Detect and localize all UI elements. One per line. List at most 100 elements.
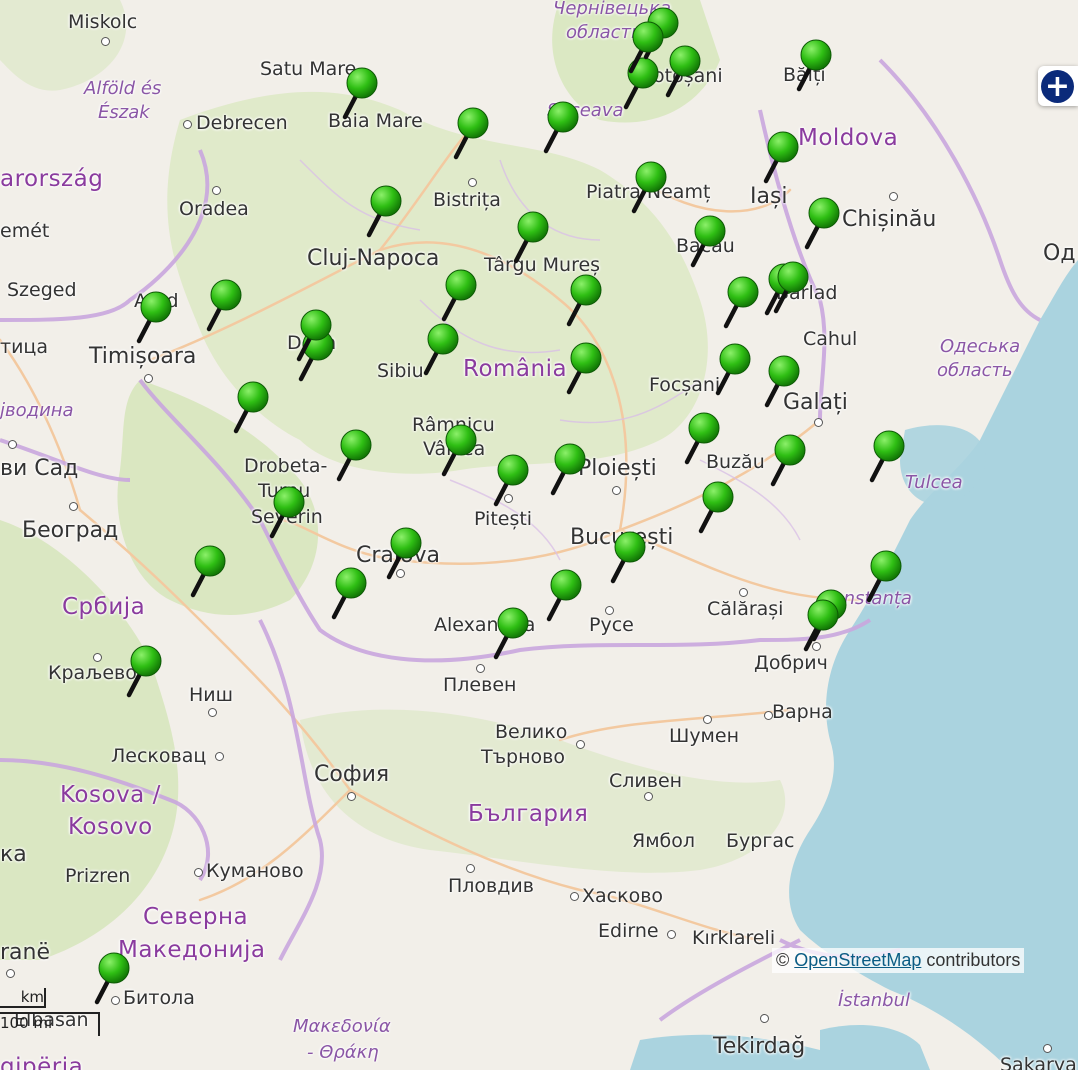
map-marker[interactable] bbox=[124, 644, 164, 700]
map-marker[interactable] bbox=[801, 598, 841, 654]
map-marker[interactable] bbox=[329, 566, 369, 622]
country-label-kosovo: Kosova / bbox=[60, 782, 161, 808]
city-label-burgas: Бургас bbox=[726, 830, 795, 852]
map-marker[interactable] bbox=[682, 411, 722, 467]
city-label-focsani: Focșani bbox=[649, 374, 721, 396]
map-viewport[interactable]: Чернівецька область Alföld és Észak Suce… bbox=[0, 0, 1078, 1070]
country-label-romania: România bbox=[463, 356, 568, 382]
map-marker[interactable] bbox=[564, 341, 604, 397]
city-label-novi-sad: ви Сад bbox=[0, 456, 79, 481]
region-label-odesa: область bbox=[937, 360, 1013, 381]
map-marker[interactable] bbox=[188, 544, 228, 600]
city-label-kumanovo: Куманово bbox=[206, 860, 304, 882]
map-marker[interactable] bbox=[564, 273, 604, 329]
city-label-odesa: Од bbox=[1043, 241, 1076, 266]
map-marker[interactable] bbox=[794, 38, 834, 94]
country-label-bulgaria: България bbox=[468, 801, 589, 827]
city-label-sakarya: Sakarya bbox=[1000, 1054, 1077, 1070]
map-marker[interactable] bbox=[688, 214, 728, 270]
country-label-albania: qipëria bbox=[0, 1054, 84, 1070]
map-marker[interactable] bbox=[451, 106, 491, 162]
region-label-odesa: Одеська bbox=[940, 336, 1021, 357]
map-marker[interactable] bbox=[768, 433, 808, 489]
map-marker[interactable] bbox=[267, 485, 307, 541]
city-label-chisinau: Chișinău bbox=[842, 207, 937, 232]
city-label-pleven: Плевен bbox=[443, 674, 517, 696]
region-label-vojvodina: јводина bbox=[0, 400, 74, 421]
city-label-miskolc: Miskolc bbox=[68, 11, 138, 33]
copyright-symbol: © bbox=[776, 950, 790, 970]
city-label-plovdiv: Пловдив bbox=[448, 875, 534, 897]
country-label-moldova: Moldova bbox=[798, 125, 899, 151]
city-label-partial: ка bbox=[0, 842, 27, 867]
country-label-srbija: Србија bbox=[62, 594, 146, 620]
map-marker[interactable] bbox=[721, 275, 761, 331]
country-label-hungary: arország bbox=[0, 166, 104, 192]
city-label-oradea: Oradea bbox=[179, 198, 249, 220]
country-label-north-macedonia: Македонија bbox=[118, 937, 266, 963]
map-marker[interactable] bbox=[294, 308, 334, 364]
zoom-in-button[interactable]: + bbox=[1038, 66, 1078, 106]
osm-attribution-link[interactable]: OpenStreetMap bbox=[794, 950, 921, 970]
city-label-debrecen: Debrecen bbox=[196, 112, 288, 134]
map-marker[interactable] bbox=[608, 530, 648, 586]
map-marker[interactable] bbox=[334, 428, 374, 484]
plus-icon: + bbox=[1041, 70, 1074, 103]
map-marker[interactable] bbox=[713, 342, 753, 398]
scale-bar-mi: 100 mi bbox=[0, 1012, 100, 1036]
map-marker[interactable] bbox=[421, 322, 461, 378]
city-label-dobrich: Добрич bbox=[754, 652, 828, 674]
city-label-ploiesti: Ploiești bbox=[578, 456, 657, 481]
map-marker[interactable] bbox=[761, 130, 801, 186]
city-label-shumen: Шумен bbox=[669, 725, 740, 747]
city-label-cluj-napoca: Cluj-Napoca bbox=[307, 246, 440, 271]
map-marker[interactable] bbox=[629, 160, 669, 216]
city-label-sliven: Сливен bbox=[609, 770, 683, 792]
map-marker[interactable] bbox=[340, 66, 380, 122]
map-marker[interactable] bbox=[696, 480, 736, 536]
map-marker[interactable] bbox=[802, 196, 842, 252]
map-marker[interactable] bbox=[548, 442, 588, 498]
map-marker[interactable] bbox=[867, 429, 907, 485]
city-label-bitola: Битола bbox=[123, 987, 195, 1009]
region-label-istanbul: İstanbul bbox=[838, 990, 911, 1011]
city-label-nis: Ниш bbox=[189, 684, 234, 706]
map-marker[interactable] bbox=[491, 453, 531, 509]
city-label-szeged: Szeged bbox=[7, 279, 77, 301]
map-marker[interactable] bbox=[439, 268, 479, 324]
map-marker[interactable] bbox=[511, 210, 551, 266]
map-marker[interactable] bbox=[134, 290, 174, 346]
region-label-tulcea: Tulcea bbox=[905, 472, 963, 493]
map-marker[interactable] bbox=[541, 100, 581, 156]
city-label-leskovac: Лесковац bbox=[111, 745, 207, 767]
city-label-beograd: Београд bbox=[22, 518, 119, 543]
city-label-bistrita: Bistrița bbox=[433, 189, 501, 211]
map-marker[interactable] bbox=[231, 380, 271, 436]
map-marker[interactable] bbox=[762, 354, 802, 410]
city-label-pitesti: Pitești bbox=[474, 508, 533, 530]
city-label-ruse: Русе bbox=[589, 614, 634, 636]
city-label-veliko-tarnovo: Търново bbox=[481, 746, 565, 768]
city-label-partial: emét bbox=[0, 220, 50, 242]
attribution-suffix: contributors bbox=[921, 950, 1021, 970]
country-label-north-macedonia: Северна bbox=[143, 904, 249, 930]
map-marker[interactable] bbox=[491, 606, 531, 662]
scale-bar-km: km bbox=[0, 988, 46, 1008]
map-marker[interactable] bbox=[544, 568, 584, 624]
map-attribution: © OpenStreetMap contributors bbox=[772, 948, 1025, 973]
map-marker[interactable] bbox=[364, 184, 404, 240]
map-marker[interactable] bbox=[864, 549, 904, 605]
map-marker[interactable] bbox=[384, 526, 424, 582]
map-marker[interactable] bbox=[626, 20, 666, 76]
map-marker[interactable] bbox=[204, 278, 244, 334]
map-marker[interactable] bbox=[439, 423, 479, 479]
city-label-drobeta: Drobeta- bbox=[244, 455, 328, 477]
region-label-makedonia: Μακεδονία bbox=[293, 1016, 391, 1037]
city-label-iasi: Iași bbox=[750, 184, 788, 209]
city-label-prizren: Prizren bbox=[65, 865, 131, 887]
map-marker[interactable] bbox=[92, 951, 132, 1007]
map-marker[interactable] bbox=[771, 260, 811, 316]
city-label-varna: Варна bbox=[772, 701, 833, 723]
city-label-partial: ranë bbox=[0, 940, 51, 965]
city-label-sibiu: Sibiu bbox=[377, 360, 424, 382]
